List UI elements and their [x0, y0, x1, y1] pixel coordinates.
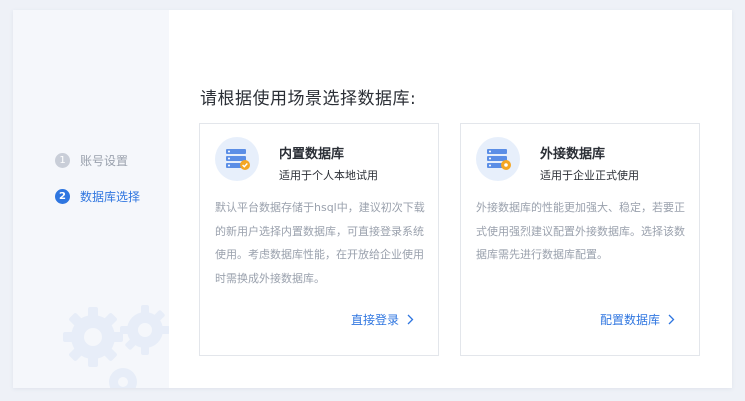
database-external-icon: [476, 137, 520, 181]
step-number: 1: [55, 152, 70, 168]
card-title: 内置数据库: [279, 147, 345, 162]
direct-login-link[interactable]: 直接登录: [351, 311, 414, 328]
direct-login-label: 直接登录: [350, 313, 399, 327]
step-list: 1 账号设置 2 数据库选择: [55, 150, 140, 222]
database-check-icon: [215, 137, 259, 181]
card-subtitle: 适用于个人本地试用: [279, 169, 378, 182]
configure-database-link[interactable]: 配置数据库: [600, 311, 675, 328]
builtin-database-card[interactable]: 内置数据库 适用于个人本地试用 默认平台数据存储于hsql中，建议初次下载的新用…: [199, 123, 439, 356]
gears-decoration-icon: [63, 305, 169, 388]
main-panel: 请根据使用场景选择数据库: 内置数据库 适用于个人本地试用 默认平台数据存储于h…: [169, 10, 732, 388]
card-description: 外接数据库的性能更加强大、稳定，若要正式使用强烈建议配置外接数据库。选择该数据库…: [476, 201, 685, 261]
step-label: 账号设置: [80, 153, 129, 168]
chevron-right-icon: [668, 314, 675, 325]
card-description: 默认平台数据存储于hsql中，建议初次下载的新用户选择内置数据库，可直接登录系统…: [215, 201, 425, 285]
step-database-select[interactable]: 2 数据库选择: [55, 186, 140, 206]
card-title: 外接数据库: [540, 147, 606, 162]
page-title: 请根据使用场景选择数据库:: [200, 89, 417, 109]
step-label: 数据库选择: [80, 189, 141, 204]
step-number: 2: [55, 188, 70, 204]
card-subtitle: 适用于企业正式使用: [540, 169, 639, 182]
step-account-settings[interactable]: 1 账号设置: [55, 150, 140, 170]
sidebar: 1 账号设置 2 数据库选择: [13, 10, 169, 388]
configure-database-label: 配置数据库: [599, 313, 660, 327]
external-database-card[interactable]: 外接数据库 适用于企业正式使用 外接数据库的性能更加强大、稳定，若要正式使用强烈…: [460, 123, 700, 356]
chevron-right-icon: [407, 314, 414, 325]
setup-window: 1 账号设置 2 数据库选择 请根据使用场景选择数据库: 内置数据库 适用于个人…: [13, 10, 732, 388]
